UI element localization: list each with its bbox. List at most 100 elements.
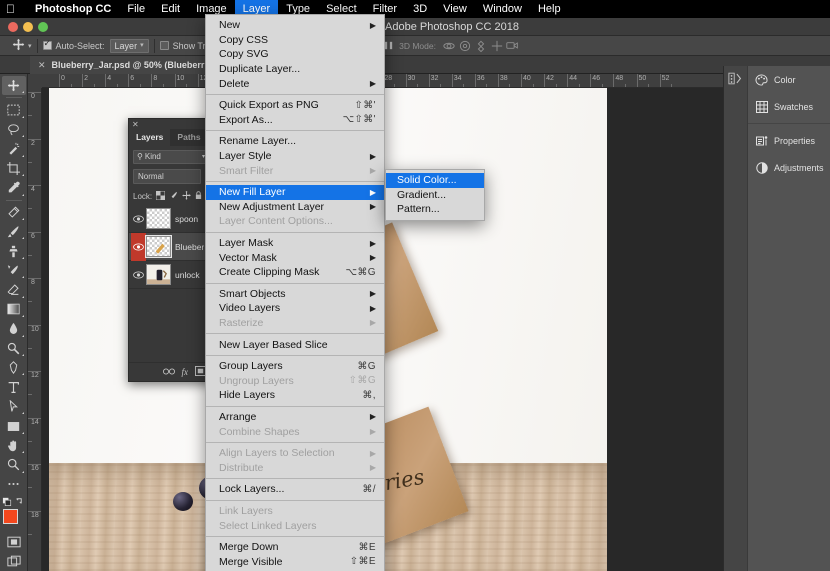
menu-item-rename-layer[interactable]: Rename Layer...	[206, 134, 384, 149]
menu-item-smart-objects[interactable]: Smart Objects▶	[206, 287, 384, 302]
type-tool[interactable]	[2, 377, 26, 396]
menu-item-merge-down[interactable]: Merge Down⌘E	[206, 540, 384, 555]
close-icon[interactable]: ✕	[132, 120, 139, 129]
rectangular-marquee-tool[interactable]	[2, 100, 26, 119]
menu-item-edit[interactable]: Edit	[153, 0, 188, 18]
menu-item-new-adjustment-layer[interactable]: New Adjustment Layer▶	[206, 200, 384, 215]
hand-tool[interactable]	[2, 436, 26, 455]
menu-item-merge-visible[interactable]: Merge Visible⇧⌘E	[206, 554, 384, 569]
crop-tool[interactable]	[2, 159, 26, 178]
rectangle-tool[interactable]	[2, 416, 26, 435]
submenu-item-solid-color[interactable]: Solid Color...	[386, 173, 484, 188]
layers-panel[interactable]: ✕ Layers Paths ⚲ Kind ▾ Normal Lock:	[128, 118, 214, 382]
link-layers-icon[interactable]	[163, 367, 175, 377]
submenu-item-pattern[interactable]: Pattern...	[386, 202, 484, 217]
layer-visibility-icon[interactable]	[131, 261, 146, 289]
3d-pan-icon[interactable]	[473, 38, 489, 54]
menu-item-layer-mask[interactable]: Layer Mask▶	[206, 236, 384, 251]
eyedropper-tool[interactable]	[2, 178, 26, 197]
pen-tool[interactable]	[2, 358, 26, 377]
menu-item-group-layers[interactable]: Group Layers⌘G	[206, 359, 384, 374]
menu-item-arrange[interactable]: Arrange▶	[206, 410, 384, 425]
menu-item-copy-svg[interactable]: Copy SVG	[206, 47, 384, 62]
gradient-tool[interactable]	[2, 300, 26, 319]
auto-select-checkbox[interactable]	[43, 41, 52, 50]
3d-slide-icon[interactable]	[489, 38, 505, 54]
dock-rail[interactable]	[723, 66, 747, 571]
magic-wand-tool[interactable]	[2, 139, 26, 158]
panel-item-adjustments[interactable]: Adjustments	[748, 154, 830, 181]
layer-thumbnail[interactable]	[146, 208, 171, 229]
menu-item-layer-style[interactable]: Layer Style▶	[206, 149, 384, 164]
table-row[interactable]: unlock	[129, 261, 213, 289]
tab-paths[interactable]: Paths	[170, 129, 207, 146]
menu-item-quick-export-as-png[interactable]: Quick Export as PNG⇧⌘'	[206, 98, 384, 113]
panel-item-swatches[interactable]: Swatches	[748, 93, 830, 120]
3d-camera-icon[interactable]	[505, 38, 521, 54]
menu-item-new-layer-based-slice[interactable]: New Layer Based Slice	[206, 337, 384, 352]
zoom-tool[interactable]	[2, 455, 26, 474]
dodge-tool[interactable]	[2, 339, 26, 358]
quick-mask-icon[interactable]	[2, 532, 26, 551]
foreground-color-swatch[interactable]	[3, 509, 18, 524]
layer-visibility-icon[interactable]	[131, 205, 146, 233]
path-selection-tool[interactable]	[2, 397, 26, 416]
menu-item-new[interactable]: New▶	[206, 18, 384, 33]
3d-orbit-icon[interactable]	[441, 38, 457, 54]
menu-item-3d[interactable]: 3D	[405, 0, 435, 18]
menu-item-create-clipping-mask[interactable]: Create Clipping Mask⌥⌘G	[206, 265, 384, 280]
menu-item-window[interactable]: Window	[475, 0, 530, 18]
layer-thumbnail[interactable]	[146, 264, 171, 285]
screen-mode-icon[interactable]	[2, 552, 26, 571]
new-fill-layer-submenu[interactable]: Solid Color...Gradient...Pattern...	[385, 169, 485, 221]
submenu-item-gradient[interactable]: Gradient...	[386, 188, 484, 203]
panel-item-properties[interactable]: Properties	[748, 127, 830, 154]
vertical-ruler[interactable]: 024681012141618	[28, 88, 42, 571]
minimize-window-button[interactable]	[23, 22, 33, 32]
blur-tool[interactable]	[2, 319, 26, 338]
menu-item-export-as[interactable]: Export As...⌥⇧⌘'	[206, 113, 384, 128]
add-layer-style-icon[interactable]: fx	[182, 367, 189, 377]
menu-item-lock-layers[interactable]: Lock Layers...⌘/	[206, 482, 384, 497]
menu-item-video-layers[interactable]: Video Layers▶	[206, 301, 384, 316]
lasso-tool[interactable]	[2, 120, 26, 139]
move-tool[interactable]	[2, 76, 26, 95]
lock-transparent-pixels-icon[interactable]	[156, 191, 165, 202]
layer-visibility-icon[interactable]	[131, 233, 146, 261]
brush-tool[interactable]	[2, 222, 26, 241]
menu-item-new-fill-layer[interactable]: New Fill Layer▶	[206, 185, 384, 200]
menu-item-photoshop[interactable]: Photoshop CC	[27, 0, 119, 18]
menu-item-file[interactable]: File	[119, 0, 153, 18]
history-brush-tool[interactable]	[2, 261, 26, 280]
menu-item-view[interactable]: View	[435, 0, 475, 18]
menu-item-vector-mask[interactable]: Vector Mask▶	[206, 250, 384, 265]
close-icon[interactable]: ✕	[38, 60, 46, 71]
move-tool-icon[interactable]	[12, 38, 25, 54]
table-row[interactable]: Blueber	[129, 233, 213, 261]
menu-item-hide-layers[interactable]: Hide Layers⌘,	[206, 388, 384, 403]
layer-thumbnail[interactable]	[146, 236, 171, 257]
blend-mode-dropdown[interactable]: Normal	[133, 169, 201, 184]
menu-item-duplicate-layer[interactable]: Duplicate Layer...	[206, 62, 384, 77]
table-row[interactable]: spoon	[129, 205, 213, 233]
panel-item-color[interactable]: Color	[748, 66, 830, 93]
apple-icon[interactable]: 	[6, 3, 15, 15]
lock-image-pixels-icon[interactable]	[169, 191, 178, 202]
filter-kind-dropdown[interactable]: ⚲ Kind ▾	[133, 150, 209, 164]
move-tool-options-caret[interactable]: ▾	[28, 42, 32, 50]
edit-toolbar-icon[interactable]	[2, 475, 26, 494]
tab-layers[interactable]: Layers	[129, 129, 170, 146]
default-colors-icon[interactable]	[2, 494, 26, 506]
3d-roll-icon[interactable]	[457, 38, 473, 54]
collapse-panels-icon[interactable]	[724, 66, 747, 85]
foreground-background-colors[interactable]	[1, 508, 27, 532]
eraser-tool[interactable]	[2, 280, 26, 299]
lock-position-icon[interactable]	[182, 191, 191, 202]
auto-select-dropdown[interactable]: Layer ▾	[110, 39, 149, 53]
clone-stamp-tool[interactable]	[2, 241, 26, 260]
lock-all-icon[interactable]	[195, 191, 202, 202]
menu-item-help[interactable]: Help	[530, 0, 569, 18]
zoom-window-button[interactable]	[38, 22, 48, 32]
spot-healing-brush-tool[interactable]	[2, 202, 26, 221]
close-window-button[interactable]	[8, 22, 18, 32]
